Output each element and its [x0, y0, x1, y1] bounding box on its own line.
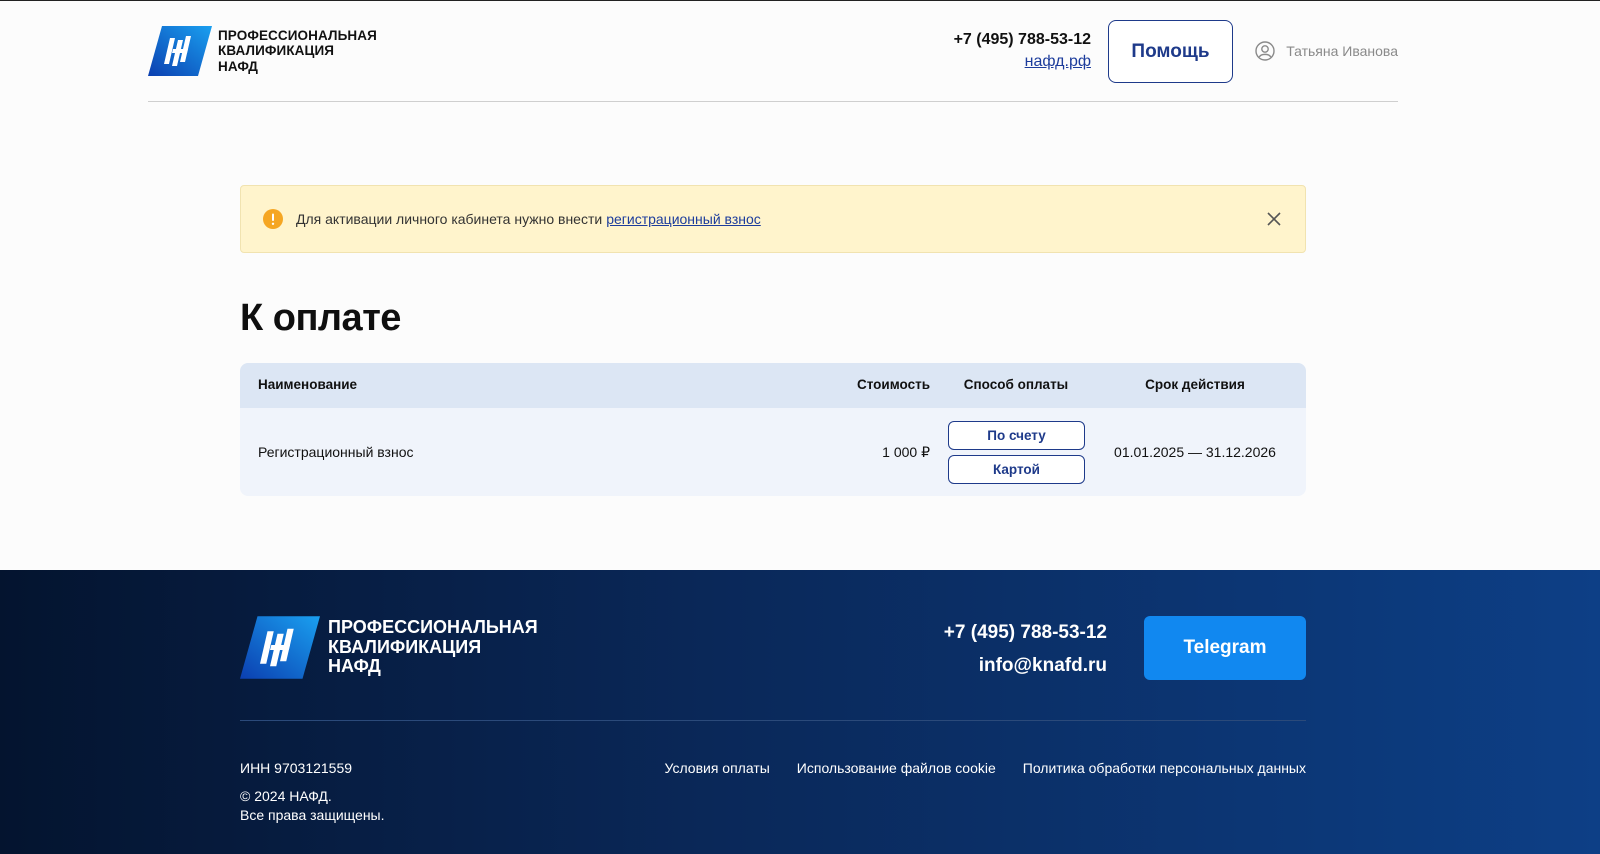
table-header: Наименование Стоимость Способ оплаты Сро… [240, 363, 1306, 408]
logo[interactable]: ПРОФЕССИОНАЛЬНАЯ КВАЛИФИКАЦИЯ НАФД [148, 26, 377, 76]
row-cost: 1 000 ₽ [882, 444, 930, 460]
footer-link-payment-terms[interactable]: Условия оплаты [665, 760, 770, 776]
column-header-name: Наименование [258, 377, 358, 392]
site-link[interactable]: нафд.рф [1025, 53, 1091, 71]
warning-icon [263, 209, 283, 229]
help-button[interactable]: Помощь [1108, 20, 1233, 83]
header-contacts: +7 (495) 788-53-12 нафд.рф [954, 31, 1091, 71]
table-row: Регистрационный взнос 1 000 ₽ По счету К… [240, 408, 1306, 496]
header-phone[interactable]: +7 (495) 788-53-12 [954, 31, 1091, 49]
page-title: К оплате [240, 297, 401, 339]
user-name: Татьяна Иванова [1286, 43, 1398, 59]
pay-by-invoice-button[interactable]: По счету [948, 421, 1085, 450]
telegram-button[interactable]: Telegram [1144, 616, 1306, 680]
user-menu[interactable]: Татьяна Иванова [1255, 41, 1398, 61]
logo-mark-icon [148, 26, 212, 76]
footer-copyright: © 2024 НАФД. Все права защищены. [240, 788, 385, 823]
activation-alert: Для активации личного кабинета нужно вне… [240, 185, 1306, 253]
footer-inn: ИНН 9703121559 [240, 760, 353, 776]
footer-email[interactable]: info@knafd.ru [944, 649, 1107, 682]
footer-divider [240, 720, 1306, 721]
payment-table: Наименование Стоимость Способ оплаты Сро… [240, 363, 1306, 496]
column-header-cost: Стоимость [856, 377, 930, 392]
footer-link-privacy-policy[interactable]: Политика обработки персональных данных [1023, 760, 1306, 776]
column-header-term: Срок действия [1145, 377, 1245, 392]
user-icon [1255, 41, 1275, 61]
logo-text: ПРОФЕССИОНАЛЬНАЯ КВАЛИФИКАЦИЯ НАФД [218, 27, 377, 74]
footer-contacts: +7 (495) 788-53-12 info@knafd.ru [944, 616, 1107, 682]
footer-logo-mark-icon [240, 616, 320, 679]
footer-logo[interactable]: ПРОФЕССИОНАЛЬНАЯ КВАЛИФИКАЦИЯ НАФД [240, 616, 538, 679]
footer-links: Условия оплаты Использование файлов cook… [665, 760, 1307, 776]
close-icon[interactable] [1263, 208, 1285, 230]
column-header-method: Способ оплаты [963, 377, 1069, 392]
pay-by-card-button[interactable]: Картой [948, 455, 1085, 484]
site-footer: ПРОФЕССИОНАЛЬНАЯ КВАЛИФИКАЦИЯ НАФД +7 (4… [0, 570, 1600, 854]
row-term: 01.01.2025 — 31.12.2026 [1114, 444, 1276, 460]
alert-text: Для активации личного кабинета нужно вне… [296, 211, 761, 227]
footer-logo-text: ПРОФЕССИОНАЛЬНАЯ КВАЛИФИКАЦИЯ НАФД [328, 617, 538, 677]
site-header: ПРОФЕССИОНАЛЬНАЯ КВАЛИФИКАЦИЯ НАФД +7 (4… [148, 1, 1398, 102]
registration-fee-link[interactable]: регистрационный взнос [606, 211, 761, 227]
row-name: Регистрационный взнос [258, 444, 414, 460]
footer-link-cookies[interactable]: Использование файлов cookie [797, 760, 996, 776]
footer-phone[interactable]: +7 (495) 788-53-12 [944, 616, 1107, 649]
